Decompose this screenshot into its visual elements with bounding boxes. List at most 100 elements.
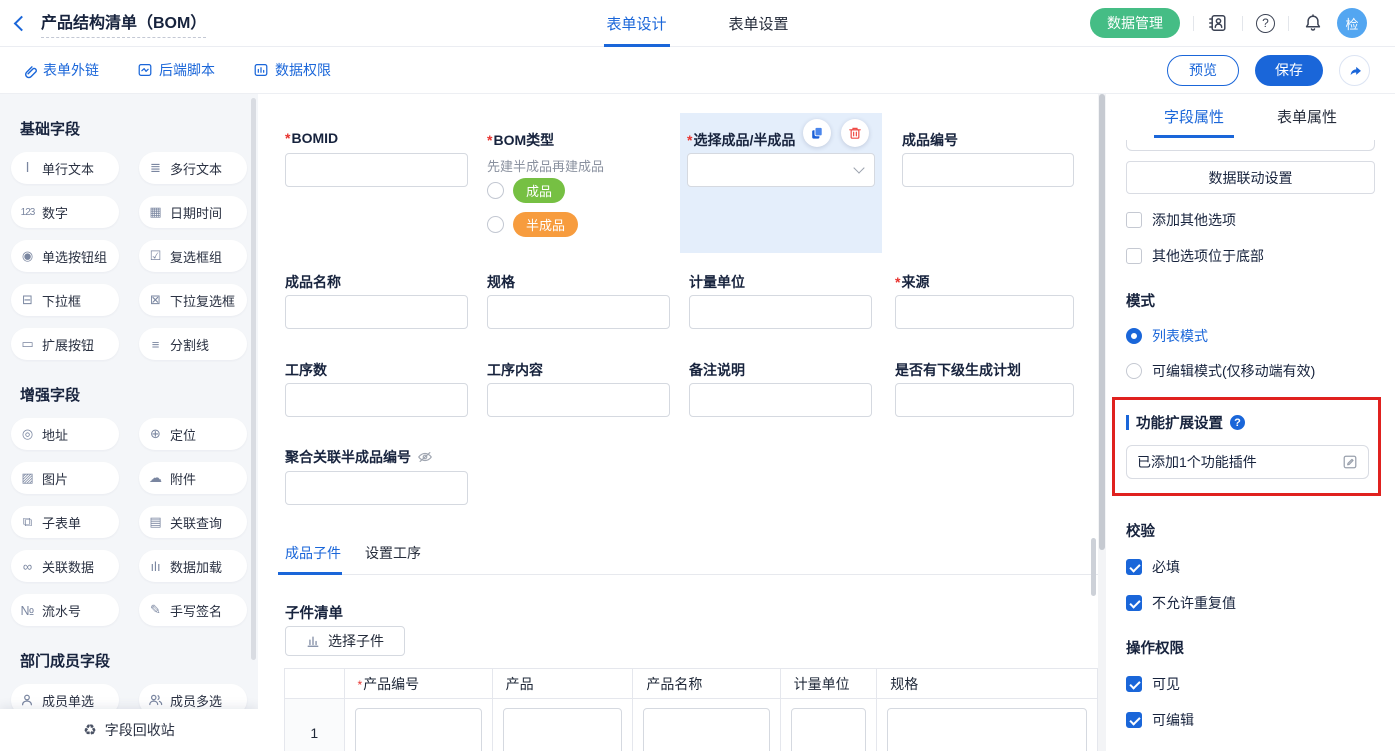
field-type-image[interactable]: ▨图片 [11, 462, 119, 494]
cell-input[interactable] [887, 708, 1087, 751]
checkbox-editable[interactable]: 可编辑 [1126, 710, 1375, 730]
cell-input[interactable] [503, 708, 623, 751]
bom-type-option-finished[interactable]: 成品 [487, 178, 565, 203]
unit-input[interactable] [689, 295, 872, 329]
field-type-datetime[interactable]: ▦日期时间 [139, 196, 247, 228]
field-type-multi-select[interactable]: ⊠下拉复选框 [139, 284, 247, 316]
field-type-signature[interactable]: ✎手写签名 [139, 594, 247, 626]
form-external-link[interactable]: 表单外链 [20, 60, 99, 80]
field-type-subform[interactable]: ⧉子表单 [11, 506, 119, 538]
canvas-scrollbar[interactable] [1091, 538, 1096, 596]
checkbox-required[interactable]: 必填 [1126, 557, 1375, 577]
checkbox-no-duplicates[interactable]: 不允许重复值 [1126, 593, 1375, 613]
field-type-radio-group[interactable]: ◉单选按钮组 [11, 240, 119, 272]
field-type-checkbox-group[interactable]: ☑复选框组 [139, 240, 247, 272]
checkbox-icon[interactable] [1126, 676, 1142, 692]
divider [1242, 16, 1243, 31]
source-input[interactable] [895, 295, 1074, 329]
product-code-input[interactable] [902, 153, 1074, 187]
label-text: 聚合关联半成品编号 [285, 447, 411, 467]
product-name-input[interactable] [285, 295, 468, 329]
bomid-input[interactable] [285, 153, 468, 187]
required-marker: * [285, 130, 290, 146]
spec-input[interactable] [487, 295, 670, 329]
has-sub-plan-input[interactable] [895, 383, 1074, 417]
agg-semi-code-input[interactable] [285, 471, 468, 505]
radio-icon[interactable] [1126, 328, 1142, 344]
select-child-button[interactable]: 选择子件 [285, 626, 405, 656]
field-type-number[interactable]: 123数字 [11, 196, 119, 228]
radio-label: 列表模式 [1152, 326, 1208, 346]
eye-off-icon [417, 450, 433, 464]
radio-icon[interactable] [1126, 363, 1142, 379]
help-badge-icon[interactable]: ? [1230, 415, 1245, 430]
tab-set-process[interactable]: 设置工序 [365, 543, 421, 563]
address-book-icon[interactable] [1207, 12, 1229, 34]
field-type-multi-line-text[interactable]: ≣多行文本 [139, 152, 247, 184]
field-type-serial-number[interactable]: №流水号 [11, 594, 119, 626]
radio-icon[interactable] [487, 216, 504, 233]
data-manage-button[interactable]: 数据管理 [1090, 8, 1180, 38]
checkbox-add-other-option[interactable]: 添加其他选项 [1126, 210, 1375, 230]
radio-list-mode[interactable]: 列表模式 [1126, 326, 1375, 346]
edit-icon[interactable] [1342, 454, 1358, 470]
field-type-linked-data[interactable]: ∞关联数据 [11, 550, 119, 582]
tab-form-settings[interactable]: 表单设置 [729, 0, 789, 47]
field-type-single-line-text[interactable]: Ⅰ单行文本 [11, 152, 119, 184]
field-recycle-bin[interactable]: ♻ 字段回收站 [0, 709, 258, 751]
divider [1288, 16, 1289, 31]
bom-type-option-semi[interactable]: 半成品 [487, 212, 578, 237]
back-icon[interactable] [14, 15, 30, 31]
help-icon[interactable]: ? [1256, 14, 1275, 33]
field-type-divider[interactable]: ≡分割线 [139, 328, 247, 360]
checkbox-icon[interactable] [1126, 712, 1142, 728]
row-number: 1 [285, 699, 345, 751]
delete-field-button[interactable] [841, 119, 869, 147]
checkbox-other-option-bottom[interactable]: 其他选项位于底部 [1126, 246, 1375, 266]
radio-icon[interactable] [487, 182, 504, 199]
panel-scrollbar-thumb[interactable] [1099, 94, 1105, 550]
data-linkage-button[interactable]: 数据联动设置 [1126, 161, 1375, 194]
sidebar-scrollbar[interactable] [251, 98, 256, 660]
user-avatar[interactable]: 检 [1337, 8, 1367, 38]
field-type-linked-query[interactable]: ▤关联查询 [139, 506, 247, 538]
tab-field-properties[interactable]: 字段属性 [1164, 94, 1224, 138]
process-count-input[interactable] [285, 383, 468, 417]
link-label: 表单外链 [43, 60, 99, 80]
checkbox-icon[interactable] [1126, 248, 1142, 264]
checkbox-visible[interactable]: 可见 [1126, 674, 1375, 694]
permission-section-title: 操作权限 [1126, 637, 1375, 658]
checkbox-icon[interactable] [1126, 595, 1142, 611]
checkbox-icon[interactable] [1126, 212, 1142, 228]
required-marker: * [358, 678, 363, 692]
field-type-extend-button[interactable]: ▭扩展按钮 [11, 328, 119, 360]
remark-input[interactable] [689, 383, 872, 417]
extension-plugin-field[interactable]: 已添加1个功能插件 [1126, 445, 1369, 479]
people-icon [148, 693, 163, 707]
header-product-code: *产品编号 [344, 669, 492, 699]
cell-input[interactable] [643, 708, 769, 751]
cell-input[interactable] [355, 708, 482, 751]
backend-script-link[interactable]: 后端脚本 [137, 60, 215, 80]
notification-bell-icon[interactable] [1302, 12, 1324, 34]
field-type-attachment[interactable]: ☁附件 [139, 462, 247, 494]
header-index [285, 669, 345, 699]
field-type-address[interactable]: ◎地址 [11, 418, 119, 450]
tab-form-design[interactable]: 表单设计 [606, 0, 666, 47]
checkbox-icon[interactable] [1126, 559, 1142, 575]
field-type-select[interactable]: ⊟下拉框 [11, 284, 119, 316]
process-content-input[interactable] [487, 383, 670, 417]
copy-field-button[interactable] [803, 119, 831, 147]
preview-button[interactable]: 预览 [1167, 55, 1239, 86]
radio-editable-mode[interactable]: 可编辑模式(仅移动端有效) [1126, 361, 1375, 381]
tab-product-children[interactable]: 成品子件 [285, 543, 341, 563]
share-button[interactable] [1339, 55, 1370, 86]
save-button[interactable]: 保存 [1255, 55, 1323, 86]
field-type-data-load[interactable]: ılı数据加载 [139, 550, 247, 582]
recycle-icon: ♻ [83, 721, 96, 739]
cell-input[interactable] [791, 708, 867, 751]
field-type-location[interactable]: ⊕定位 [139, 418, 247, 450]
tab-form-properties[interactable]: 表单属性 [1277, 94, 1337, 138]
data-permission-link[interactable]: 数据权限 [253, 60, 331, 80]
select-product-dropdown[interactable] [687, 153, 875, 187]
